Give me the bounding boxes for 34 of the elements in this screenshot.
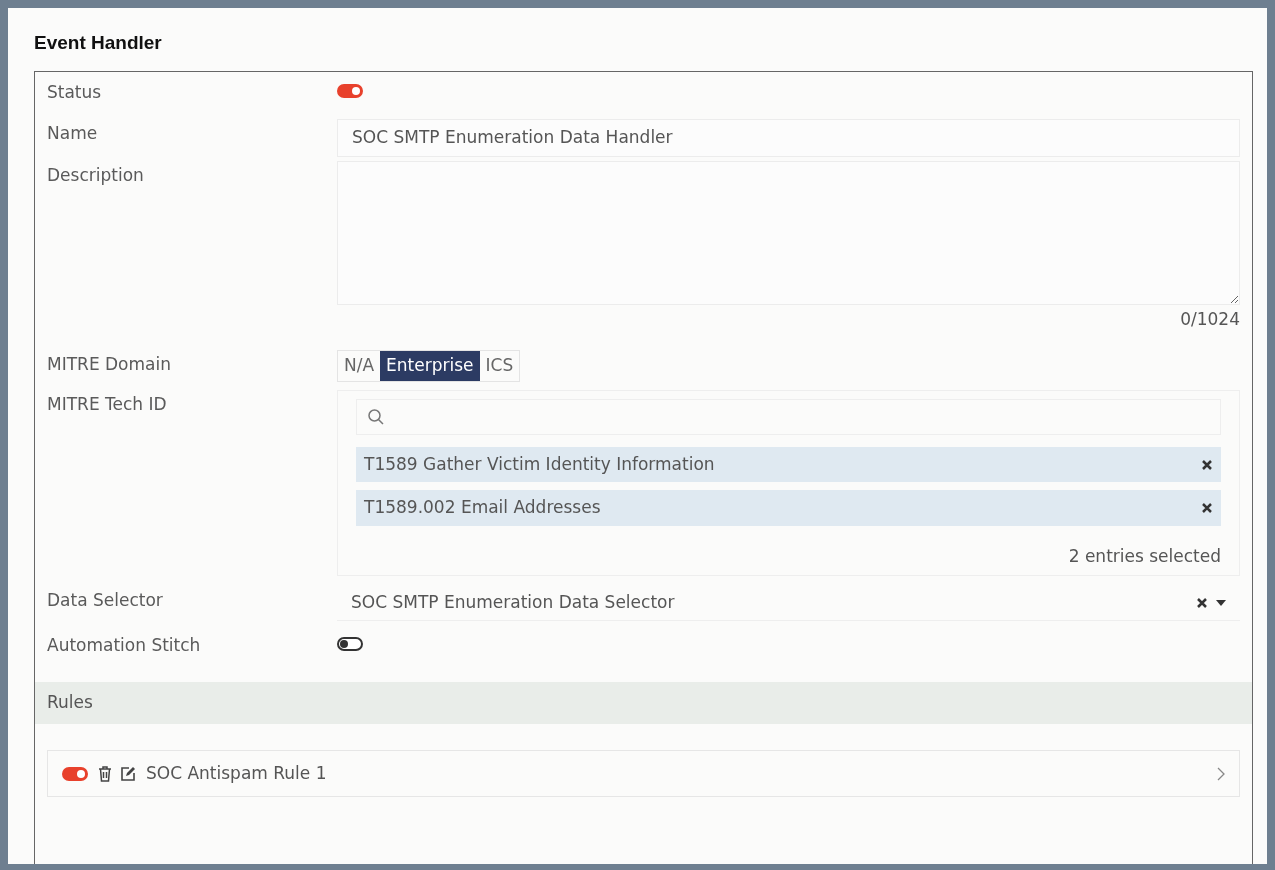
toggle-switch[interactable] — [62, 766, 88, 781]
data-selector-dropdown[interactable]: SOC SMTP Enumeration Data Selector — [337, 586, 1240, 621]
toggle-switch[interactable] — [337, 636, 363, 651]
clear-icon[interactable] — [1196, 597, 1208, 610]
description-field[interactable] — [337, 160, 1240, 305]
close-icon[interactable] — [1201, 502, 1213, 515]
field-label: Status — [47, 80, 103, 104]
entry-text: T1589 Gather Victim Identity Information — [364, 452, 715, 476]
section-header: Rules — [35, 682, 1252, 724]
chevron-icon[interactable] — [1217, 766, 1225, 781]
segment-tab[interactable]: N/A — [338, 351, 381, 381]
page-title: Event Handler — [34, 31, 163, 55]
segment-tab[interactable]: ICS — [479, 351, 520, 381]
field-label: Name — [47, 122, 99, 146]
trash-icon[interactable] — [98, 765, 112, 782]
field-label: MITRE Domain — [47, 353, 172, 377]
selection-count: 2 entries selected — [1068, 545, 1221, 566]
rule-row[interactable]: SOC Antispam Rule 1 — [47, 749, 1240, 798]
toggle-switch[interactable] — [337, 83, 363, 98]
field-label: Automation Stitch — [47, 633, 202, 657]
field-label: Data Selector — [47, 589, 164, 613]
selected-value: SOC SMTP Enumeration Data Selector — [351, 591, 675, 615]
rule-name: SOC Antispam Rule 1 — [146, 761, 328, 785]
segment-tab[interactable]: Enterprise — [380, 351, 480, 381]
close-icon[interactable] — [1201, 458, 1213, 471]
caret-icon[interactable] — [1216, 600, 1226, 607]
search-field[interactable] — [356, 398, 1221, 435]
name-field[interactable]: SOC SMTP Enumeration Data Handler — [337, 119, 1240, 157]
field-label: MITRE Tech ID — [47, 392, 168, 416]
search-icon — [367, 407, 385, 426]
edit-icon[interactable] — [120, 765, 136, 782]
character-counter: 0/1024 — [1180, 308, 1240, 329]
entry-text: T1589.002 Email Addresses — [364, 496, 601, 520]
field-label: Description — [47, 163, 145, 187]
